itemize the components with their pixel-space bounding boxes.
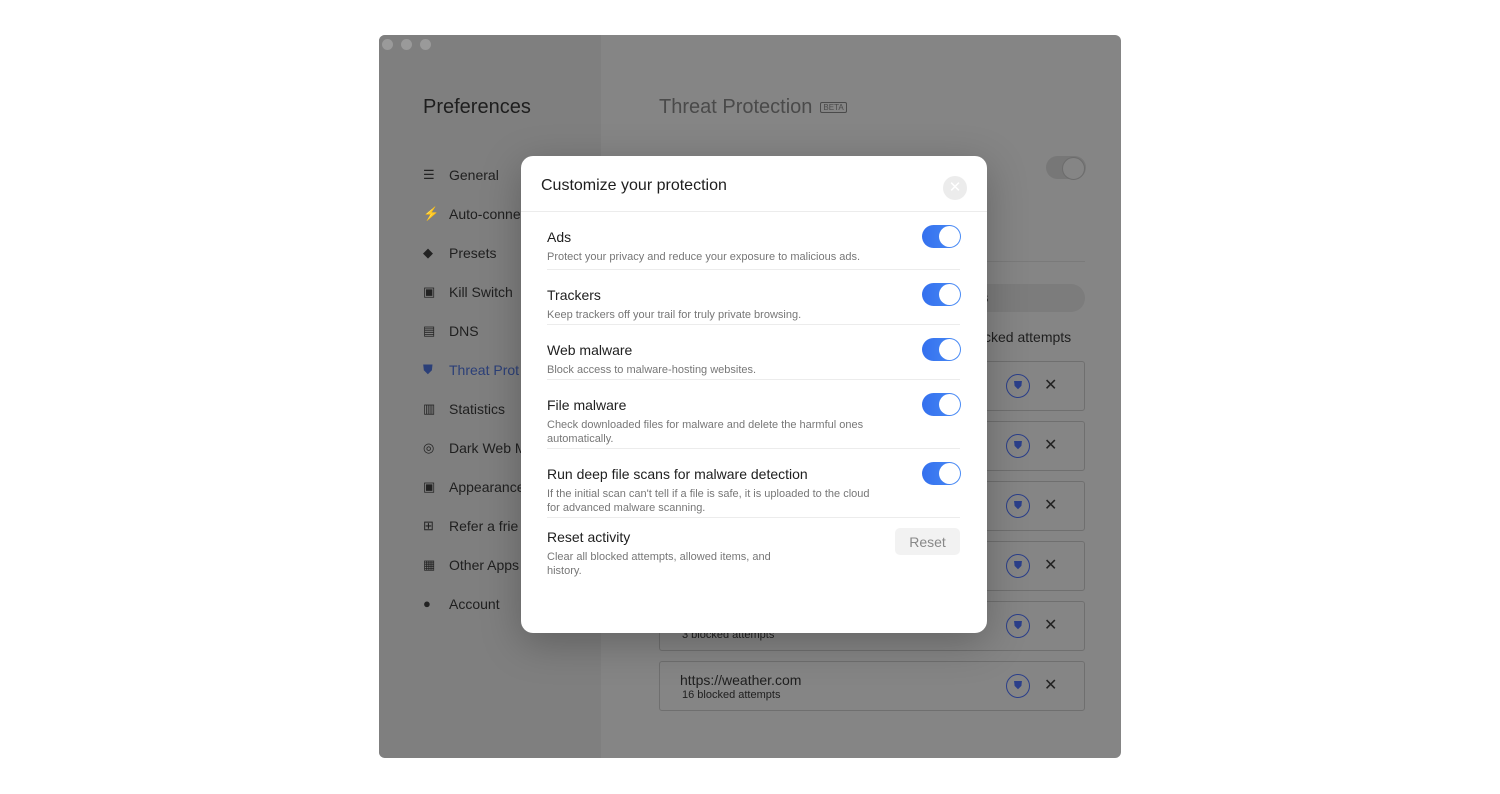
remove-icon[interactable]: ✕ — [1044, 555, 1057, 575]
threat-protection-toggle[interactable] — [1046, 156, 1086, 180]
sidebar-item-label: Threat Prot — [449, 361, 520, 378]
sidebar-item-label: Statistics — [449, 400, 506, 417]
reset-activity-option: Reset activity Clear all blocked attempts… — [547, 518, 960, 588]
sidebar-item[interactable]: ▣ Appearance — [423, 467, 527, 506]
sidebar-item-label: Other Apps — [449, 556, 520, 573]
allow-shield-icon[interactable]: ⛊ — [1006, 614, 1030, 638]
option-label: Run deep file scans for malware detectio… — [547, 466, 808, 482]
protection-option: File malware Check downloaded files for m… — [547, 380, 961, 449]
sliders-icon: ☰ — [423, 166, 435, 182]
page-title: Threat Protection BETA — [659, 96, 847, 119]
dialog-title: Customize your protection — [541, 177, 727, 194]
reset-button[interactable]: Reset — [895, 528, 960, 555]
blocked-attempts-heading: cked attempts — [984, 329, 1072, 345]
blocked-count: 16 blocked attempts — [682, 689, 781, 701]
sidebar-item-label: Appearance — [449, 478, 525, 495]
option-description: Protect your privacy and reduce your exp… — [547, 251, 861, 263]
sidebar-item[interactable]: ⊞ Refer a frie — [423, 506, 527, 545]
close-icon[interactable]: ✕ — [943, 176, 967, 200]
bar-chart-icon: ▥ — [423, 400, 436, 416]
sidebar-item-label: Auto-conne — [449, 205, 521, 222]
sidebar-item-label: Dark Web M — [449, 439, 527, 456]
remove-icon[interactable]: ✕ — [1044, 675, 1057, 695]
remove-icon[interactable]: ✕ — [1044, 435, 1057, 455]
option-toggle[interactable] — [922, 462, 961, 485]
option-toggle[interactable] — [922, 338, 961, 361]
user-icon: ● — [423, 596, 431, 611]
server-icon: ▤ — [423, 322, 436, 338]
option-description: If the initial scan can't tell if a file… — [547, 488, 870, 514]
option-label: Web malware — [547, 342, 633, 358]
sidebar-item[interactable]: ● Account — [423, 584, 527, 623]
sidebar-item[interactable]: ▦ Other Apps — [423, 545, 527, 584]
option-toggle[interactable] — [922, 393, 961, 416]
sidebar-item[interactable]: ⛊ Threat Prot — [423, 350, 527, 389]
sidebar-item[interactable]: ☰ General — [423, 155, 527, 194]
option-label: File malware — [547, 397, 627, 413]
page-title-text: Threat Protection — [659, 96, 813, 118]
allow-shield-icon[interactable]: ⛊ — [1006, 434, 1030, 458]
sidebar-title: Preferences — [423, 96, 531, 118]
minimize-window-button[interactable] — [401, 39, 412, 50]
sidebar-item[interactable]: ◆ Presets — [423, 233, 527, 272]
sidebar-item-label: Kill Switch — [449, 283, 513, 300]
sidebar-item[interactable]: ▥ Statistics — [423, 389, 527, 428]
option-description: Check downloaded files for malware and d… — [547, 419, 864, 445]
sidebar-item[interactable]: ▣ Kill Switch — [423, 272, 527, 311]
sidebar-item-label: DNS — [449, 322, 479, 339]
target-icon: ◎ — [423, 439, 435, 455]
option-description: Clear all blocked attempts, allowed item… — [547, 551, 771, 577]
sidebar-nav: ☰ General ⚡ Auto-conne ◆ Presets ▣ Kill Switch ▤… — [423, 155, 527, 623]
allow-shield-icon[interactable]: ⛊ — [1006, 374, 1030, 398]
option-label: Ads — [547, 229, 572, 245]
layers-icon: ◆ — [423, 244, 433, 260]
sidebar-item-label: General — [449, 166, 499, 183]
option-toggle[interactable] — [922, 225, 961, 248]
shield-icon: ⛊ — [423, 361, 433, 377]
allow-shield-icon[interactable]: ⛊ — [1006, 554, 1030, 578]
customize-protection-dialog: Customize your protection ✕ Ads Protect y… — [521, 156, 987, 633]
remove-icon[interactable]: ✕ — [1044, 615, 1057, 635]
option-description: Block access to malware-hosting websites… — [547, 364, 757, 376]
option-toggle[interactable] — [922, 283, 961, 306]
gift-icon: ⊞ — [423, 517, 434, 533]
protection-option: Run deep file scans for malware detectio… — [547, 449, 961, 518]
kill-switch-icon: ▣ — [423, 283, 436, 299]
protection-option: Trackers Keep trackers off your trail for… — [547, 270, 961, 325]
apps-icon: ▦ — [423, 556, 436, 572]
sidebar-item-label: Presets — [449, 244, 497, 261]
blocked-site-row: https://weather.com 16 blocked attempts ⛊ ✕ — [659, 661, 1085, 711]
sidebar-item[interactable]: ▤ DNS — [423, 311, 527, 350]
option-label: Trackers — [547, 287, 601, 303]
sidebar-item[interactable]: ◎ Dark Web M — [423, 428, 527, 467]
allow-shield-icon[interactable]: ⛊ — [1006, 494, 1030, 518]
sidebar-item-label: Refer a frie — [449, 517, 519, 534]
window-icon: ▣ — [423, 478, 436, 494]
option-description: Keep trackers off your trail for truly p… — [547, 309, 802, 321]
beta-badge: BETA — [820, 102, 847, 113]
wifi-icon: ⚡ — [423, 205, 440, 221]
protection-option: Ads Protect your privacy and reduce your … — [547, 212, 961, 270]
sidebar-item-label: Account — [449, 595, 500, 612]
protection-option: Web malware Block access to malware-hosti… — [547, 325, 961, 380]
sidebar-item[interactable]: ⚡ Auto-conne — [423, 194, 527, 233]
window-controls — [382, 39, 431, 50]
remove-icon[interactable]: ✕ — [1044, 495, 1057, 515]
remove-icon[interactable]: ✕ — [1044, 375, 1057, 395]
allow-shield-icon[interactable]: ⛊ — [1006, 674, 1030, 698]
close-window-button[interactable] — [382, 39, 393, 50]
site-url: https://weather.com — [680, 672, 802, 688]
zoom-window-button[interactable] — [420, 39, 431, 50]
